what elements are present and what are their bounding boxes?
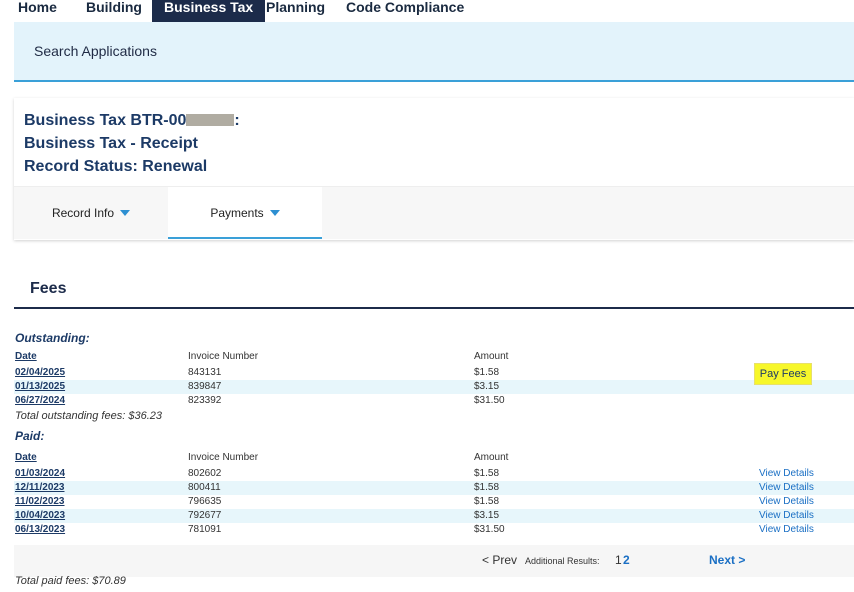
fee-amount: $31.50 — [474, 524, 505, 535]
record-type: Business Tax - Receipt — [24, 135, 198, 152]
page-1: 1 — [615, 553, 622, 567]
top-nav: Home Building Business Tax Planning Code… — [0, 0, 854, 28]
record-title-prefix: Business Tax BTR-00 — [24, 112, 187, 129]
nav-home[interactable]: Home — [18, 0, 57, 22]
tab-payments[interactable]: Payments — [168, 187, 322, 239]
outstanding-total: Total outstanding fees: $36.23 — [15, 410, 162, 422]
outstanding-amount-header: Amount — [474, 351, 509, 362]
fee-amount: $31.50 — [474, 395, 505, 406]
table-row: 11/02/2023 796635 $1.58 View Details — [14, 495, 854, 509]
fee-amount: $1.58 — [474, 367, 500, 378]
invoice-number: 839847 — [188, 381, 222, 392]
dropdown-triangle-icon — [120, 210, 131, 216]
record-status: Record Status: Renewal — [24, 158, 208, 175]
fee-date-link[interactable]: 11/02/2023 — [15, 495, 65, 509]
view-details-link[interactable]: View Details — [759, 523, 814, 537]
invoice-number: 796635 — [188, 496, 222, 507]
outstanding-invoice-header: Invoice Number — [188, 351, 259, 362]
fee-amount: $1.58 — [474, 468, 500, 479]
table-row: 10/04/2023 792677 $3.15 View Details — [14, 509, 854, 523]
redacted-block — [186, 114, 235, 126]
pay-fees-button[interactable]: Pay Fees — [754, 363, 812, 385]
invoice-number: 800411 — [188, 482, 221, 493]
fee-date-link[interactable]: 02/04/2025 — [15, 366, 65, 380]
nav-code-compliance[interactable]: Code Compliance — [346, 0, 464, 22]
fee-amount: $1.58 — [474, 482, 500, 493]
record-title-suffix: : — [234, 112, 240, 129]
outstanding-date-header[interactable]: Date — [15, 351, 37, 362]
record-title: Business Tax BTR-00: — [24, 112, 240, 130]
fee-date-link[interactable]: 06/13/2023 — [15, 523, 65, 537]
prev-link[interactable]: < Prev — [482, 553, 517, 567]
paid-amount-header: Amount — [474, 452, 509, 463]
table-row: 06/27/2024 823392 $31.50 — [14, 394, 854, 408]
fee-date-link[interactable]: 06/27/2024 — [15, 394, 65, 408]
table-row: 06/13/2023 781091 $31.50 View Details — [14, 523, 854, 537]
tab-record-info-label: Record Info — [51, 206, 115, 220]
fee-amount: $3.15 — [474, 381, 500, 392]
invoice-number: 802602 — [188, 468, 222, 479]
fee-date-link[interactable]: 01/03/2024 — [15, 467, 65, 481]
view-details-link[interactable]: View Details — [759, 467, 814, 481]
record-tabs: Record Info Payments — [14, 186, 854, 239]
dropdown-triangle-icon — [269, 210, 280, 216]
invoice-number: 823392 — [188, 395, 222, 406]
nav-building[interactable]: Building — [86, 0, 142, 22]
table-row: 01/03/2024 802602 $1.58 View Details — [14, 467, 854, 481]
view-details-link[interactable]: View Details — [759, 495, 814, 509]
fee-date-link[interactable]: 10/04/2023 — [15, 509, 65, 523]
fees-heading: Fees — [30, 280, 67, 297]
nav-business-tax-label: Business Tax — [164, 0, 254, 15]
search-applications-bar: Search Applications — [14, 22, 854, 82]
fee-date-link[interactable]: 01/13/2025 — [15, 380, 65, 394]
paid-heading: Paid: — [15, 429, 45, 443]
additional-results-label: Additional Results: — [525, 556, 600, 566]
nav-business-tax[interactable]: Business Tax — [152, 0, 266, 28]
paid-total: Total paid fees: $70.89 — [15, 575, 126, 587]
invoice-number: 843131 — [188, 367, 222, 378]
invoice-number: 781091 — [188, 524, 222, 535]
page-2-link[interactable]: 2 — [623, 553, 630, 567]
paid-invoice-header: Invoice Number — [188, 452, 259, 463]
view-details-link[interactable]: View Details — [759, 481, 814, 495]
fee-date-link[interactable]: 12/11/2023 — [15, 481, 65, 495]
fee-amount: $1.58 — [474, 496, 500, 507]
next-link[interactable]: Next > — [709, 553, 745, 567]
fees-divider — [14, 307, 854, 309]
search-applications-link[interactable]: Search Applications — [34, 43, 157, 59]
fee-amount: $3.15 — [474, 510, 500, 521]
table-row: 01/13/2025 839847 $3.15 — [14, 380, 854, 394]
table-row: 12/11/2023 800411 $1.58 View Details — [14, 481, 854, 495]
view-details-link[interactable]: View Details — [759, 509, 814, 523]
table-row: 02/04/2025 843131 $1.58 — [14, 366, 854, 380]
tab-payments-label: Payments — [210, 206, 264, 220]
record-card: Business Tax BTR-00: Business Tax - Rece… — [14, 98, 854, 240]
invoice-number: 792677 — [188, 510, 222, 521]
tab-record-info[interactable]: Record Info — [14, 187, 168, 239]
nav-planning[interactable]: Planning — [266, 0, 325, 22]
paid-date-header[interactable]: Date — [15, 452, 37, 463]
outstanding-heading: Outstanding: — [15, 331, 90, 345]
